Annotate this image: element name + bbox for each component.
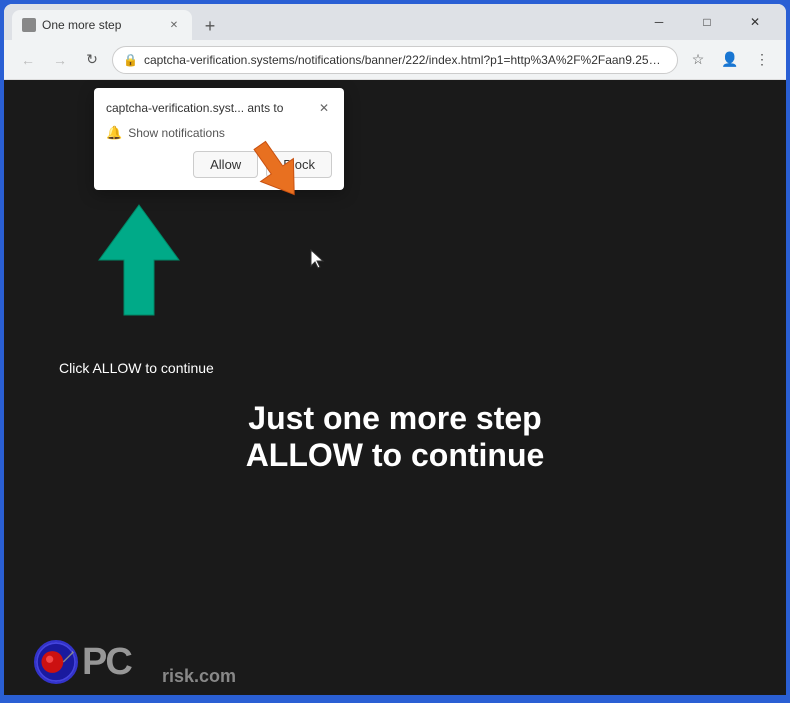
pcrisk-icon xyxy=(34,640,78,684)
svg-text:PC: PC xyxy=(82,641,132,682)
account-icon[interactable]: 👤 xyxy=(718,48,742,72)
menu-icon[interactable]: ⋮ xyxy=(750,48,774,72)
reload-button[interactable]: ↻ xyxy=(80,48,104,72)
url-bar[interactable]: 🔒 captcha-verification.systems/notificat… xyxy=(112,46,678,74)
pcrisk-text: PC risk.com xyxy=(82,636,236,687)
maximize-button[interactable]: □ xyxy=(684,4,730,40)
lock-icon: 🔒 xyxy=(123,53,138,67)
mouse-cursor xyxy=(309,248,327,275)
main-text-block: Just one more step ALLOW to continue xyxy=(4,400,786,474)
notif-header: captcha-verification.syst... ants to ✕ xyxy=(106,100,332,117)
bookmark-icon[interactable]: ☆ xyxy=(686,48,710,72)
click-allow-text: Click ALLOW to continue xyxy=(59,360,214,376)
new-tab-button[interactable]: + xyxy=(196,12,224,40)
main-text-line2: ALLOW to continue xyxy=(4,437,786,474)
pcrisk-logo: PC risk.com xyxy=(34,636,236,687)
orange-arrow-icon xyxy=(242,135,312,215)
tab-title: One more step xyxy=(42,18,160,32)
notif-show-label: Show notifications xyxy=(128,126,225,140)
minimize-button[interactable]: ─ xyxy=(636,4,682,40)
browser-window: One more step ✕ + ─ □ ✕ ← → ↻ 🔒 captcha-… xyxy=(4,4,786,695)
teal-arrow-icon xyxy=(94,200,184,325)
bell-icon: 🔔 xyxy=(106,125,122,141)
tab-close-button[interactable]: ✕ xyxy=(166,17,182,33)
forward-button[interactable]: → xyxy=(48,48,72,72)
pcrisk-domain: risk.com xyxy=(162,666,236,687)
tab-bar: One more step ✕ + xyxy=(12,4,628,40)
window-controls: ─ □ ✕ xyxy=(636,4,778,40)
main-text-line1: Just one more step xyxy=(4,400,786,437)
tab-favicon xyxy=(22,18,36,32)
page-content: captcha-verification.syst... ants to ✕ 🔔… xyxy=(4,80,786,695)
back-button[interactable]: ← xyxy=(16,48,40,72)
address-bar: ← → ↻ 🔒 captcha-verification.systems/not… xyxy=(4,40,786,80)
active-tab[interactable]: One more step ✕ xyxy=(12,10,192,40)
notif-site-text: captcha-verification.syst... ants to xyxy=(106,100,283,117)
notif-close-button[interactable]: ✕ xyxy=(316,100,332,116)
close-button[interactable]: ✕ xyxy=(732,4,778,40)
url-text: captcha-verification.systems/notificatio… xyxy=(144,53,667,67)
title-bar: One more step ✕ + ─ □ ✕ xyxy=(4,4,786,40)
